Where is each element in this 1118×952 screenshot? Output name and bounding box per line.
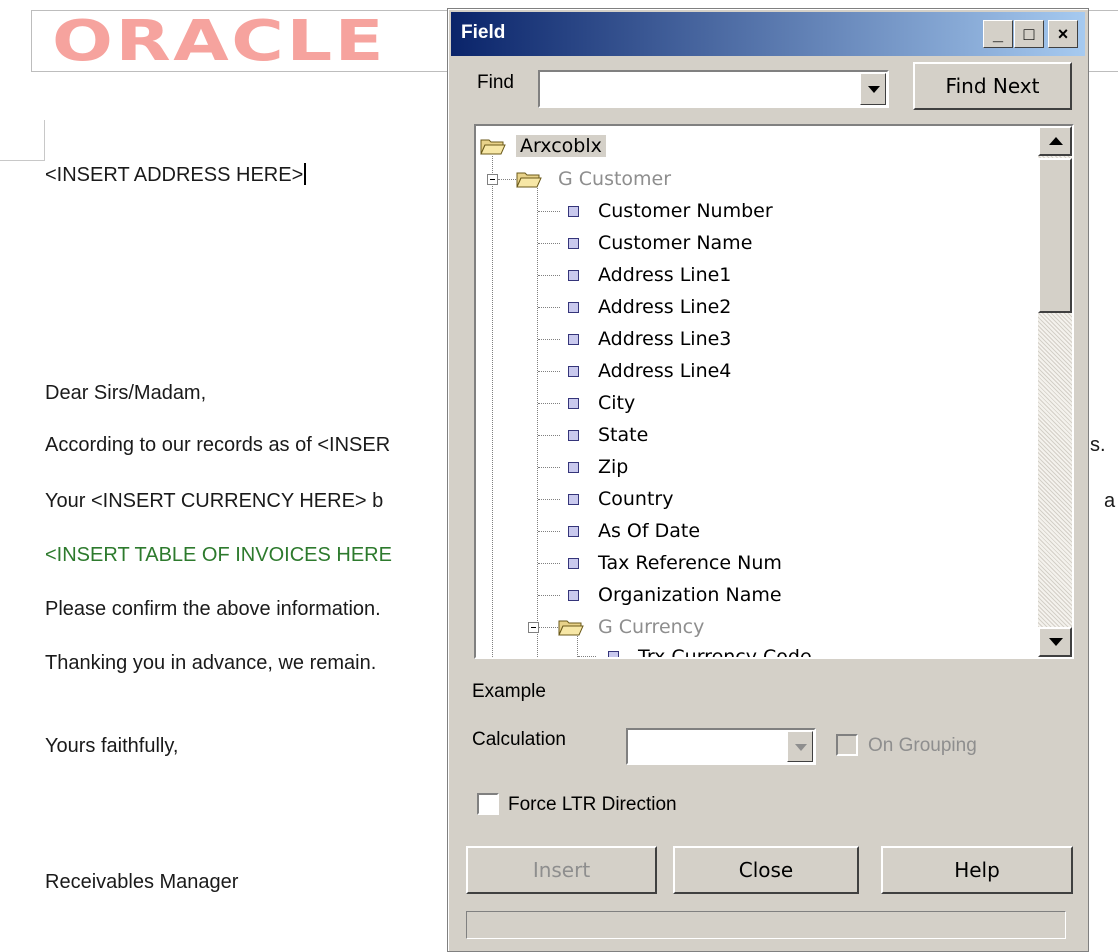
tree-guide-line (492, 156, 493, 657)
tree-node-field[interactable]: Organization Name (598, 582, 782, 608)
tree-node-field[interactable]: City (598, 390, 635, 416)
tree-node-field[interactable]: State (598, 422, 648, 448)
tree-node-field[interactable]: Address Line4 (598, 358, 731, 384)
tree-guide-line (578, 656, 596, 657)
close-window-button[interactable]: × (1048, 20, 1078, 48)
tree-node-group[interactable]: G Currency (598, 614, 704, 640)
body-line-currency-tail: a (1104, 490, 1116, 512)
tree-guide-line (538, 627, 558, 628)
text-cursor (304, 163, 307, 185)
field-icon (568, 302, 579, 313)
tree-node-field[interactable]: Address Line1 (598, 262, 731, 288)
field-icon (568, 206, 579, 217)
body-line-records: According to our records as of <INSER (45, 434, 391, 456)
tree-node-root[interactable]: Arxcoblx (516, 133, 606, 159)
tree-guide-line (538, 595, 560, 596)
folder-open-icon (516, 172, 542, 188)
close-button[interactable]: Close (673, 846, 859, 894)
field-icon (568, 558, 579, 569)
tree-guide-line (538, 563, 560, 564)
margin-marker (0, 160, 45, 161)
body-line-confirm: Please confirm the above information. (45, 598, 381, 620)
example-label: Example (472, 681, 546, 702)
tree-node-field[interactable]: Country (598, 486, 673, 512)
status-bar (466, 911, 1066, 939)
body-line-thanks: Thanking you in advance, we remain. (45, 652, 377, 674)
field-icon (568, 366, 579, 377)
scroll-thumb[interactable] (1038, 158, 1072, 313)
maximize-icon: □ (1023, 24, 1035, 44)
tree-node-field[interactable]: Address Line3 (598, 326, 731, 352)
find-next-button[interactable]: Find Next (913, 62, 1072, 110)
body-line-currency: Your <INSERT CURRENCY HERE> b (45, 490, 384, 512)
chevron-down-icon[interactable] (787, 731, 813, 762)
field-icon (568, 430, 579, 441)
field-tree[interactable]: Arxcoblx G Customer Customer Number Custo… (474, 124, 1074, 659)
calculation-label: Calculation (472, 729, 566, 750)
oracle-logo: ORACLE (52, 9, 387, 74)
force-ltr-label: Force LTR Direction (508, 794, 677, 815)
tree-node-label: Arxcoblx (516, 135, 606, 157)
invoice-table-placeholder: <INSERT TABLE OF INVOICES HERE (45, 544, 392, 566)
tree-guide-line (538, 403, 560, 404)
tree-node-field[interactable]: As Of Date (598, 518, 700, 544)
force-ltr-checkbox[interactable] (477, 793, 499, 815)
tree-node-field[interactable]: Customer Name (598, 230, 752, 256)
minimize-icon: _ (992, 24, 1003, 44)
address-line[interactable]: <INSERT ADDRESS HERE> (45, 163, 307, 187)
scroll-down-button[interactable] (1038, 627, 1072, 657)
tree-guide-line (538, 243, 560, 244)
greeting-line: Dear Sirs/Madam, (45, 382, 207, 404)
folder-open-icon (558, 620, 584, 636)
tree-guide-line (538, 307, 560, 308)
field-icon (568, 398, 579, 409)
dialog-title: Field (461, 22, 506, 43)
tree-guide-line (538, 499, 560, 500)
field-icon (568, 494, 579, 505)
calculation-combobox[interactable] (626, 728, 816, 765)
minimize-button[interactable]: _ (983, 20, 1013, 48)
address-placeholder: <INSERT ADDRESS HERE> (45, 164, 304, 186)
maximize-button[interactable]: □ (1014, 20, 1044, 48)
on-grouping-checkbox[interactable] (836, 734, 858, 756)
field-icon (568, 462, 579, 473)
tree-node-field[interactable]: Trx Currency Code (638, 644, 812, 657)
tree-node-field[interactable]: Tax Reference Num (598, 550, 782, 576)
signature-line: Receivables Manager (45, 871, 239, 893)
tree-guide-line (538, 339, 560, 340)
tree-node-group[interactable]: G Customer (558, 166, 671, 192)
tree-node-field[interactable]: Customer Number (598, 198, 773, 224)
tree-guide-line (537, 188, 538, 657)
field-icon (608, 651, 619, 657)
insert-button[interactable]: Insert (466, 846, 657, 894)
tree-scrollbar[interactable] (1038, 126, 1072, 657)
tree-guide-line (538, 211, 560, 212)
dialog-titlebar[interactable]: Field _ □ × (451, 12, 1085, 56)
closing-line: Yours faithfully, (45, 735, 179, 757)
tree-guide-line (538, 371, 560, 372)
find-combobox[interactable] (538, 70, 889, 108)
folder-open-icon (480, 139, 506, 155)
field-icon (568, 526, 579, 537)
scroll-up-button[interactable] (1038, 126, 1072, 156)
chevron-down-icon[interactable] (860, 73, 886, 105)
collapse-icon[interactable] (487, 174, 498, 185)
body-line-records-tail: s. (1090, 434, 1106, 456)
field-icon (568, 270, 579, 281)
close-icon: × (1057, 24, 1069, 44)
tree-guide-line (538, 435, 560, 436)
tree-guide-line (498, 179, 516, 180)
field-icon (568, 590, 579, 601)
field-icon (568, 334, 579, 345)
on-grouping-label: On Grouping (868, 735, 977, 756)
margin-marker (44, 120, 45, 160)
help-button[interactable]: Help (881, 846, 1073, 894)
tree-guide-line (538, 531, 560, 532)
tree-guide-line (538, 467, 560, 468)
tree-guide-line (538, 275, 560, 276)
field-icon (568, 238, 579, 249)
tree-node-field[interactable]: Zip (598, 454, 628, 480)
find-label: Find (477, 72, 514, 93)
tree-node-field[interactable]: Address Line2 (598, 294, 731, 320)
